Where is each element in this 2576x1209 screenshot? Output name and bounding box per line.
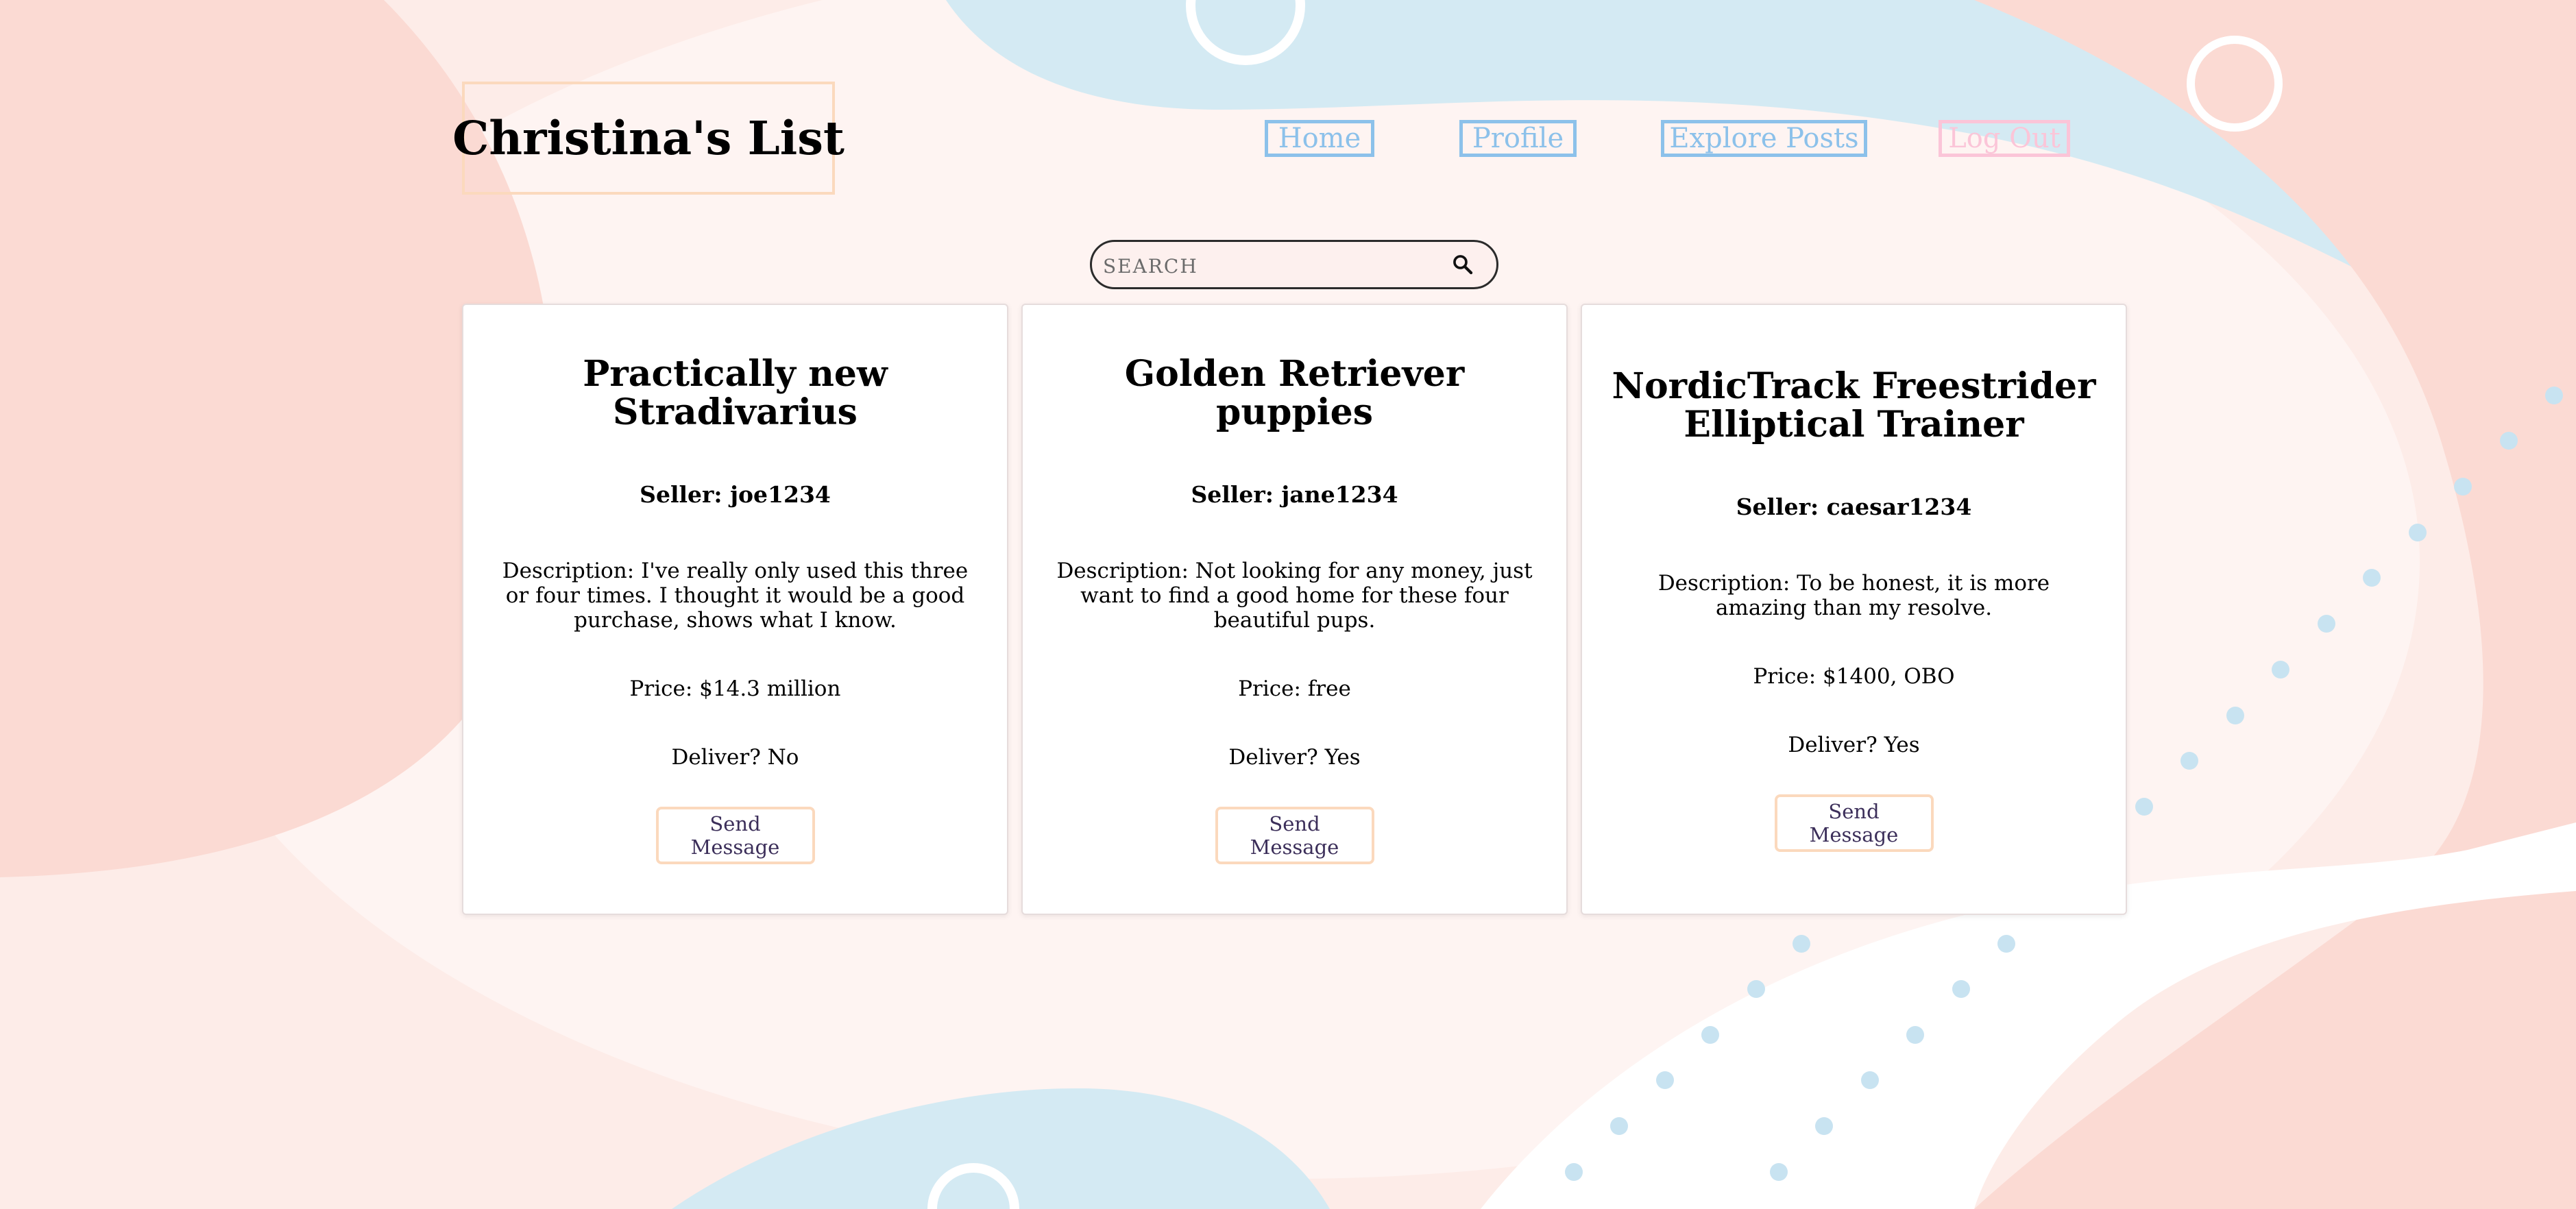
site-logo: Christina's List xyxy=(452,82,845,195)
post-title: Practically new Stradivarius xyxy=(583,352,888,433)
post-price: Price: free xyxy=(1238,676,1351,701)
post-description: Description: To be honest, it is more am… xyxy=(1657,570,2050,620)
send-message-button[interactable]: Send Message xyxy=(655,806,815,864)
post-description: Description: I've really only used this … xyxy=(502,558,969,633)
search-input[interactable] xyxy=(1102,246,1433,286)
post-deliver: Deliver? No xyxy=(671,744,799,770)
post-deliver: Deliver? Yes xyxy=(1788,732,1920,757)
post-price: Price: $14.3 million xyxy=(629,676,841,701)
post-title: NordicTrack Freestrider Elliptical Train… xyxy=(1612,365,2096,445)
post-card: Practically new Stradivarius Seller: joe… xyxy=(462,304,1008,915)
site-title: Christina's List xyxy=(452,111,845,165)
nav-profile-link[interactable]: Profile xyxy=(1459,120,1577,157)
post-description: Description: Not looking for any money, … xyxy=(1056,558,1533,633)
search-bar xyxy=(1090,240,1498,289)
send-message-button[interactable]: Send Message xyxy=(1215,806,1374,864)
post-seller: Seller: jane1234 xyxy=(1191,480,1398,508)
post-seller: Seller: joe1234 xyxy=(640,480,831,508)
post-card: NordicTrack Freestrider Elliptical Train… xyxy=(1581,304,2127,915)
post-title: Golden Retriever puppies xyxy=(1124,352,1465,433)
post-deliver: Deliver? Yes xyxy=(1228,744,1361,770)
post-card: Golden Retriever puppies Seller: jane123… xyxy=(1021,304,1568,915)
nav-explore-posts-link[interactable]: Explore Posts xyxy=(1661,120,1867,157)
post-price: Price: $1400, OBO xyxy=(1753,663,1955,689)
nav-logout-link[interactable]: Log Out xyxy=(1939,120,2070,157)
nav-home-link[interactable]: Home xyxy=(1265,120,1374,157)
send-message-button[interactable]: Send Message xyxy=(1774,794,1934,852)
post-seller: Seller: caesar1234 xyxy=(1736,493,1972,520)
search-icon[interactable] xyxy=(1451,253,1474,276)
